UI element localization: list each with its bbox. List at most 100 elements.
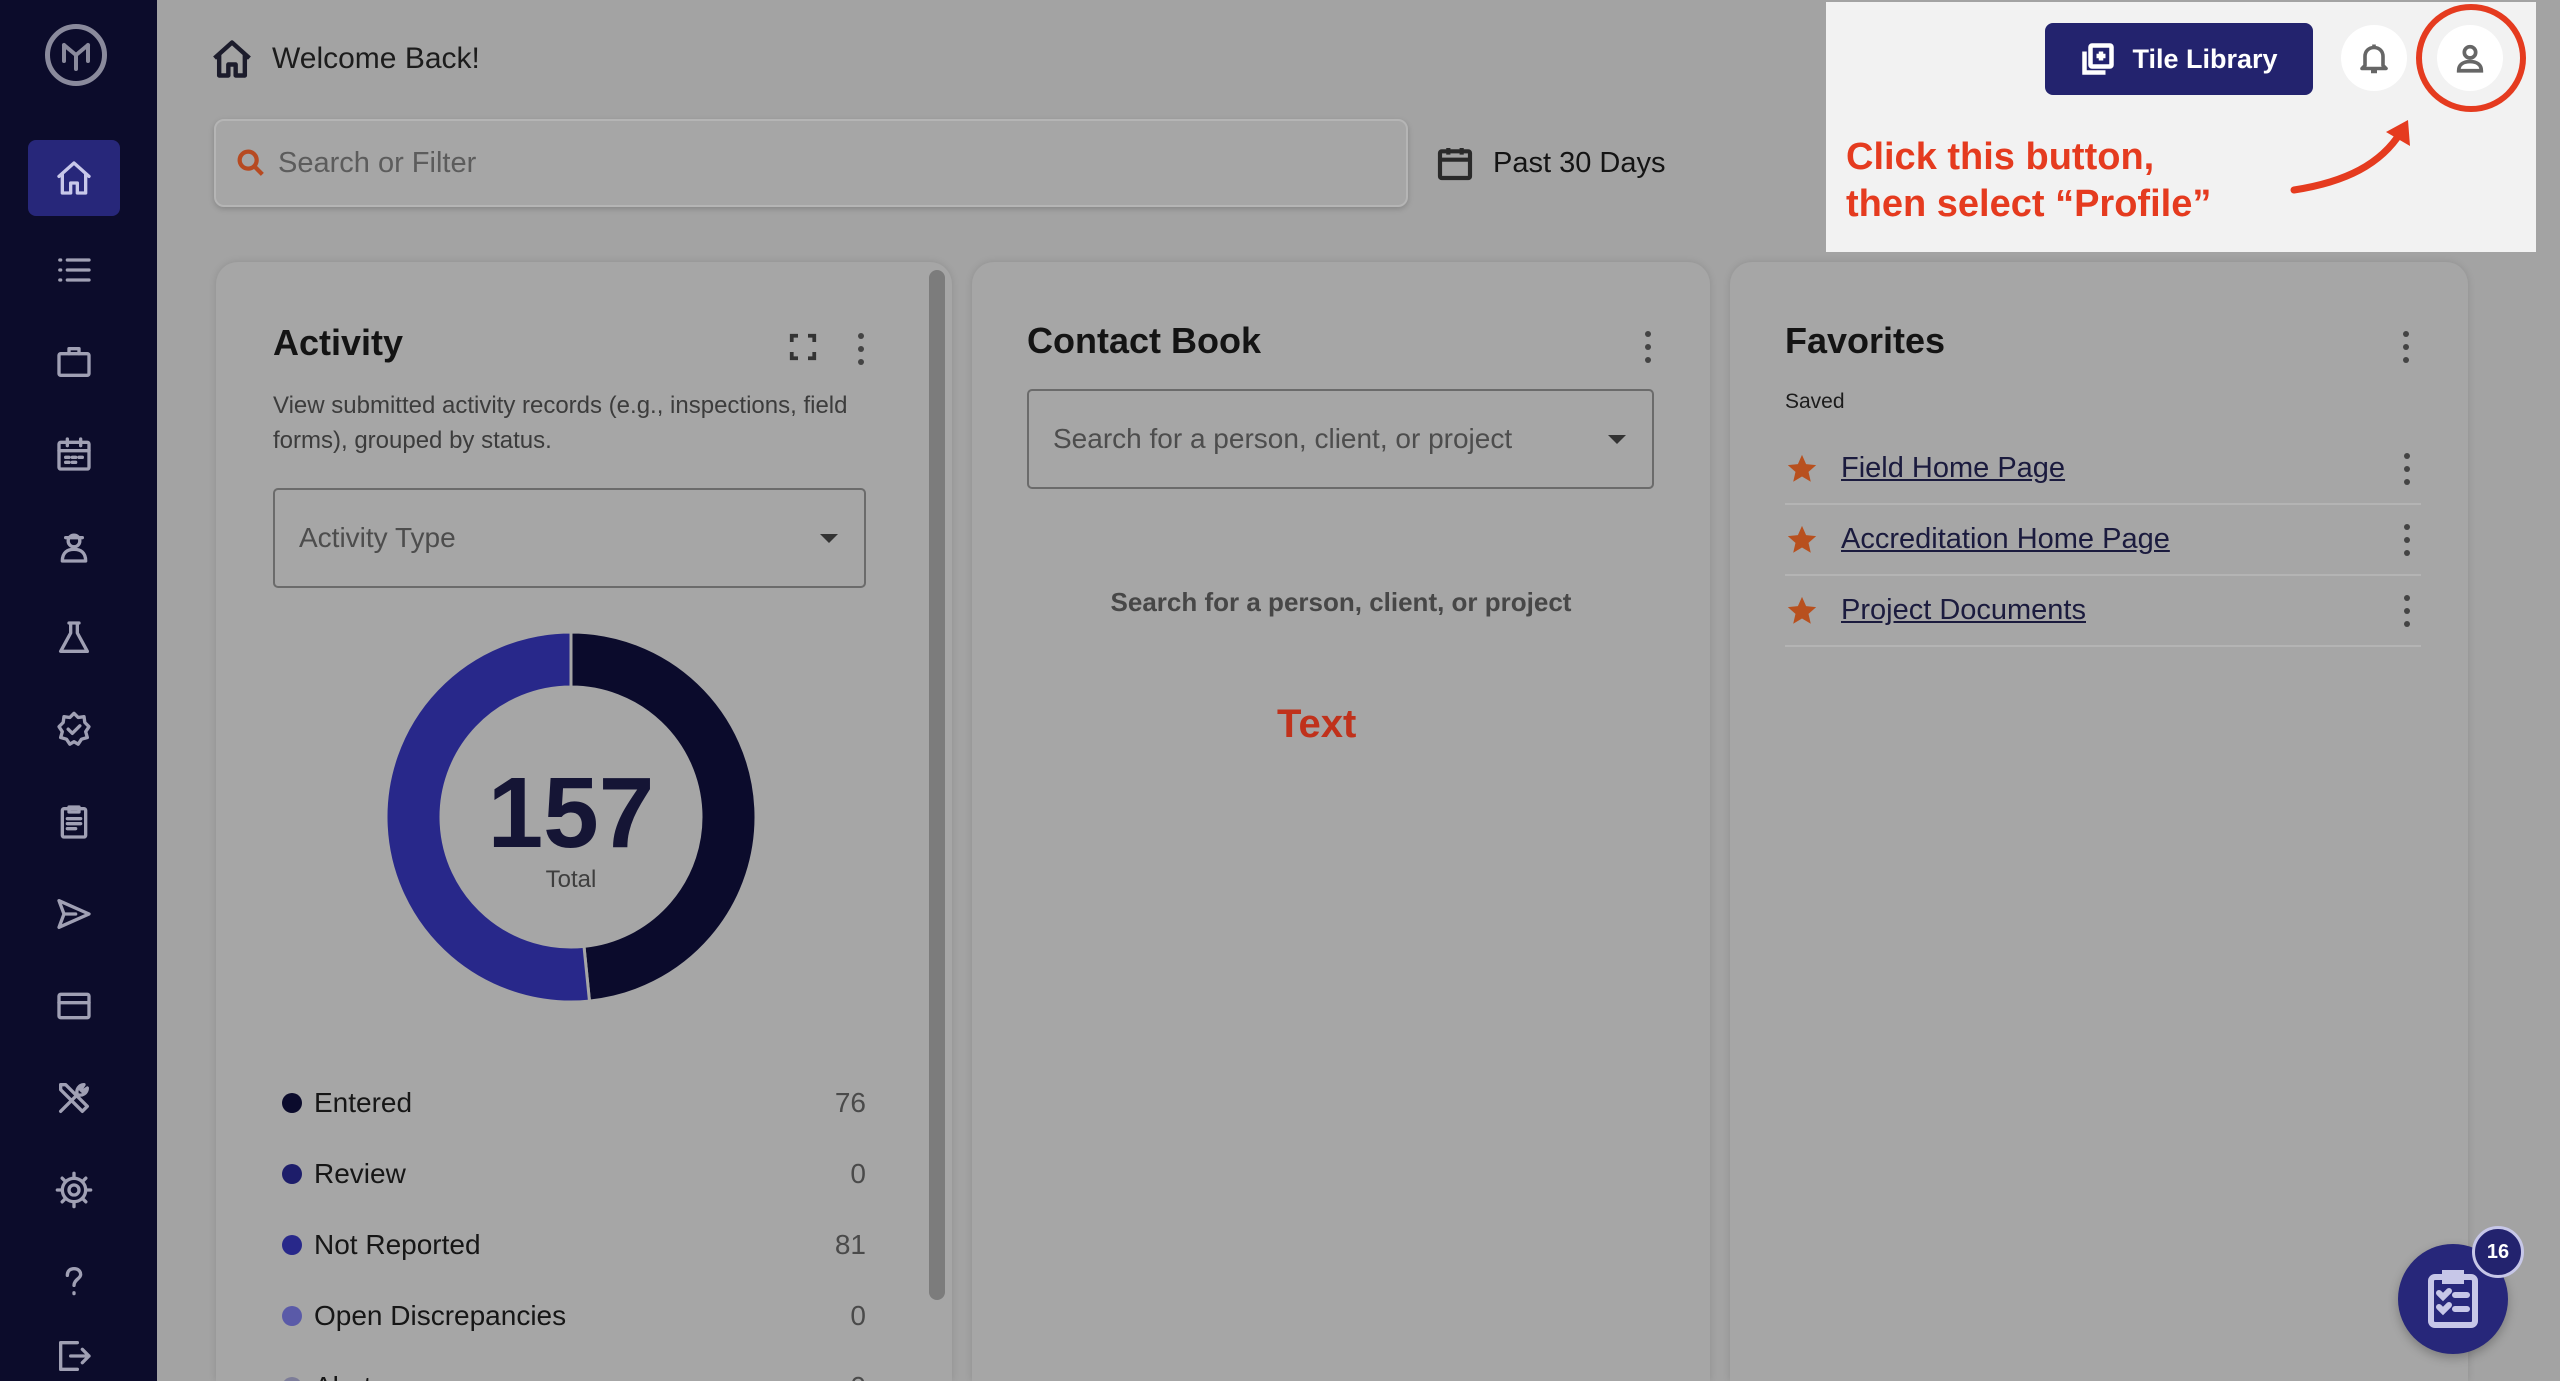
contact-search-select[interactable]: Search for a person, client, or project [1027, 389, 1654, 489]
nav-home[interactable] [28, 140, 120, 216]
nav-reports[interactable] [28, 784, 120, 860]
tutorial-highlight-panel: Tile Library Click this button, then sel… [1826, 2, 2536, 252]
chevron-down-icon [820, 534, 838, 543]
calendar-icon [1437, 148, 1473, 181]
home-outline-icon [213, 40, 251, 78]
favorite-item-menu-button[interactable] [2397, 449, 2417, 489]
legend-label: Review [314, 1157, 406, 1189]
legend-item[interactable]: Not Reported 81 [282, 1209, 866, 1280]
checklist-icon [2428, 1270, 2478, 1328]
legend-item[interactable]: Open Discrepancies 0 [282, 1280, 866, 1351]
callout-arrow-icon [2290, 120, 2410, 194]
legend-item[interactable]: Entered 76 [282, 1067, 866, 1138]
favorites-section-label: Saved [1785, 390, 1845, 413]
global-search[interactable] [214, 119, 1408, 207]
legend-item[interactable]: Alert 0 [282, 1351, 866, 1381]
nav-tools[interactable] [28, 1060, 120, 1136]
search-icon [237, 149, 264, 176]
gear-icon [55, 1171, 93, 1209]
list-icon [58, 258, 91, 282]
search-input[interactable] [278, 146, 1278, 180]
nav-list[interactable] [28, 232, 120, 308]
clipboard-icon [60, 805, 88, 839]
legend-label: Entered [314, 1086, 413, 1118]
tile-library-label: Tile Library [2132, 43, 2278, 74]
logout-icon [59, 1341, 91, 1371]
activity-scrollbar[interactable] [929, 270, 945, 1300]
welcome-text: Welcome Back! [272, 42, 480, 75]
fullscreen-icon [789, 333, 817, 361]
contact-book-menu-button[interactable] [1638, 327, 1658, 367]
home-icon [57, 161, 91, 195]
favorite-link[interactable]: Accreditation Home Page [1841, 523, 2170, 556]
date-range-label: Past 30 Days [1493, 146, 1666, 179]
favorite-item: Accreditation Home Page [1785, 505, 2421, 576]
callout-line-1: Click this button, [1846, 136, 2155, 178]
help-icon [65, 1267, 83, 1296]
nav-personnel[interactable] [28, 508, 120, 584]
sidebar [0, 0, 157, 1381]
activity-description: View submitted activity records (e.g., i… [273, 392, 848, 454]
annotation-text: Text [1277, 702, 1357, 746]
donut-total: 157 [488, 757, 655, 869]
tutorial-callout: Click this button, then select “Profile” [1846, 134, 2286, 228]
favorite-link[interactable]: Field Home Page [1841, 452, 2065, 485]
activity-menu-button[interactable] [851, 329, 871, 369]
legend-label: Not Reported [314, 1228, 481, 1260]
expand-button[interactable] [788, 332, 818, 362]
activity-type-placeholder: Activity Type [299, 522, 456, 553]
activity-card: Activity View submitted activity records… [216, 262, 952, 1381]
star-icon[interactable] [1785, 523, 1819, 557]
nav-settings[interactable] [28, 1152, 120, 1228]
notifications-button[interactable] [2341, 25, 2407, 91]
app-logo[interactable] [45, 24, 107, 86]
legend-value: 0 [850, 1371, 866, 1381]
legend-item[interactable]: Review 0 [282, 1138, 866, 1209]
contact-search-placeholder: Search for a person, client, or project [1053, 423, 1513, 454]
legend-label: Alert [314, 1371, 372, 1381]
nav-billing[interactable] [28, 968, 120, 1044]
nav-verification[interactable] [28, 692, 120, 768]
chevron-down-icon [1608, 435, 1626, 444]
nav-help[interactable] [28, 1244, 120, 1320]
legend-dot [282, 1092, 302, 1113]
favorites-list: Field Home Page Accreditation Home Page … [1785, 434, 2421, 647]
legend-value: 76 [834, 1086, 866, 1118]
star-icon[interactable] [1785, 452, 1819, 486]
nav-logout[interactable] [28, 1336, 120, 1381]
bell-icon [2360, 44, 2388, 74]
nav-projects[interactable] [28, 324, 120, 400]
activity-type-select[interactable]: Activity Type [273, 488, 866, 588]
tile-library-button[interactable]: Tile Library [2045, 23, 2313, 95]
favorites-menu-button[interactable] [2396, 327, 2416, 367]
nav-calendar[interactable] [28, 416, 120, 492]
favorite-item-menu-button[interactable] [2397, 520, 2417, 560]
flask-icon [59, 621, 90, 653]
verified-badge-icon [57, 711, 91, 746]
legend-value: 0 [850, 1299, 866, 1331]
legend-value: 81 [834, 1228, 866, 1260]
favorite-item-menu-button[interactable] [2397, 591, 2417, 631]
nav-send[interactable] [28, 876, 120, 952]
nav-lab[interactable] [28, 600, 120, 676]
contact-book-card: Contact Book Search for a person, client… [972, 262, 1710, 1381]
add-tile-icon [2082, 43, 2115, 75]
legend-value: 0 [850, 1157, 866, 1189]
legend-dot [282, 1376, 302, 1381]
highlight-ring [2416, 4, 2526, 112]
favorite-item: Project Documents [1785, 576, 2421, 647]
favorite-item: Field Home Page [1785, 434, 2421, 505]
tools-icon [59, 1083, 90, 1113]
legend-dot [282, 1234, 302, 1255]
favorite-link[interactable]: Project Documents [1841, 594, 2086, 627]
legend-dot [282, 1305, 302, 1326]
date-range-picker[interactable]: Past 30 Days [1435, 140, 1665, 186]
callout-line-2: then select “Profile” [1846, 183, 2212, 225]
star-icon[interactable] [1785, 594, 1819, 628]
legend-dot [282, 1163, 302, 1184]
favorites-title: Favorites [1785, 320, 1946, 361]
briefcase-icon [57, 347, 91, 377]
donut-total-label: Total [546, 866, 597, 893]
contact-book-title: Contact Book [1027, 320, 1261, 361]
activity-legend: Entered 76 Review 0 Not Reported 81 Open Discr… [282, 1067, 866, 1381]
